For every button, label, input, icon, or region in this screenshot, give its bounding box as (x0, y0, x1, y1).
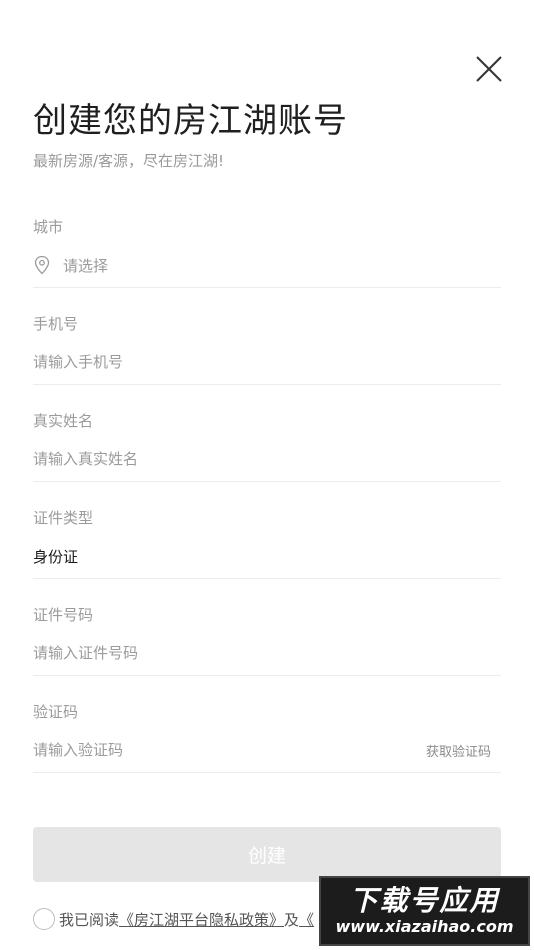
city-field: 城市 请选择 (33, 216, 501, 288)
verify-code-label: 验证码 (33, 703, 79, 721)
agreement-row: 我已阅读 《房江湖平台隐私政策》 及 《 (33, 906, 314, 932)
real-name-input[interactable] (33, 446, 501, 472)
create-button[interactable]: 创建 (33, 827, 501, 882)
second-policy-link[interactable]: 《 (299, 909, 314, 930)
agreement-prefix: 我已阅读 (59, 910, 120, 929)
verify-code-input[interactable] (33, 737, 426, 763)
verify-code-field: 验证码 获取验证码 (33, 701, 501, 773)
get-code-button[interactable]: 获取验证码 (426, 741, 491, 760)
phone-label: 手机号 (33, 315, 79, 333)
real-name-field: 真实姓名 (33, 410, 501, 482)
id-type-select[interactable]: 身份证 (33, 546, 78, 567)
city-select-row[interactable]: 请选择 (33, 252, 501, 278)
page-title: 创建您的房江湖账号 (33, 101, 348, 141)
close-button[interactable] (470, 50, 508, 88)
agreement-conjunction: 及 (284, 910, 300, 929)
id-number-input[interactable] (33, 640, 501, 666)
id-number-label: 证件号码 (33, 606, 94, 624)
city-label: 城市 (33, 218, 64, 236)
location-pin-icon (33, 255, 51, 275)
agreement-checkbox[interactable] (33, 908, 55, 930)
page-subtitle: 最新房源/客源，尽在房江湖! (33, 152, 225, 170)
privacy-policy-link[interactable]: 《房江湖平台隐私政策》 (119, 909, 284, 930)
id-type-label: 证件类型 (33, 509, 94, 527)
id-number-field: 证件号码 (33, 604, 501, 676)
watermark-url-text: www.xiazaihao.com (335, 917, 514, 936)
phone-field: 手机号 (33, 313, 501, 385)
close-icon (476, 56, 502, 82)
phone-input[interactable] (33, 349, 501, 375)
watermark-logo: 下载号应用 www.xiazaihao.com (319, 876, 530, 946)
city-select[interactable]: 请选择 (63, 255, 108, 276)
id-type-field: 证件类型 身份证 (33, 507, 501, 579)
watermark-main-text: 下载号应用 (349, 884, 500, 917)
real-name-label: 真实姓名 (33, 412, 94, 430)
